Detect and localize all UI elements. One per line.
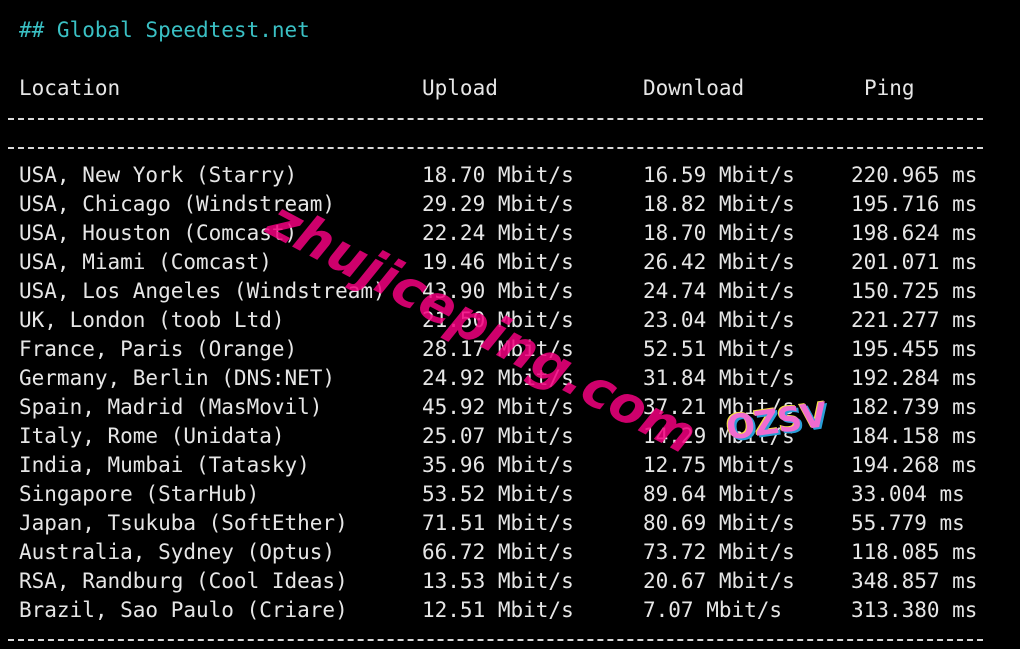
- cell-download: 73.72 Mbit/s: [643, 540, 795, 564]
- cell-location: Spain, Madrid (MasMovil): [19, 395, 323, 419]
- cell-download: 31.84 Mbit/s: [643, 366, 795, 390]
- cell-upload: 18.70 Mbit/s: [422, 163, 574, 187]
- cell-ping: 192.284 ms: [851, 366, 978, 390]
- terminal-window: ## Global Speedtest.net Location Upload …: [0, 0, 1020, 649]
- table-row: Brazil, Sao Paulo (Criare) 12.51 Mbit/s 7.…: [0, 598, 1020, 627]
- cell-upload: 43.90 Mbit/s: [422, 279, 574, 303]
- cell-ping: 118.085 ms: [851, 540, 978, 564]
- cell-ping: 184.158 ms: [851, 424, 978, 448]
- column-header-upload: Upload: [422, 76, 498, 100]
- cell-ping: 198.624 ms: [851, 221, 978, 245]
- table-row: USA, Chicago (Windstream) 29.29 Mbit/s 18.…: [0, 192, 1020, 221]
- cell-upload: 35.96 Mbit/s: [422, 453, 574, 477]
- table-row: USA, Los Angeles (Windstream) 43.90 Mbit/…: [0, 279, 1020, 308]
- cell-location: Japan, Tsukuba (SoftEther): [19, 511, 348, 535]
- separator-line: [8, 639, 983, 641]
- cell-location: RSA, Randburg (Cool Ideas): [19, 569, 348, 593]
- table-row: France, Paris (Orange) 28.17 Mbit/s 52.51 …: [0, 337, 1020, 366]
- cell-upload: 29.29 Mbit/s: [422, 192, 574, 216]
- table-row: RSA, Randburg (Cool Ideas) 13.53 Mbit/s 20…: [0, 569, 1020, 598]
- cell-upload: 25.07 Mbit/s: [422, 424, 574, 448]
- table-row: Germany, Berlin (DNS:NET) 24.92 Mbit/s 31.…: [0, 366, 1020, 395]
- table-row: USA, Houston (Comcast) 22.24 Mbit/s 18.70 …: [0, 221, 1020, 250]
- cell-location: Brazil, Sao Paulo (Criare): [19, 598, 348, 622]
- separator-line: [8, 147, 983, 149]
- cell-location: USA, Houston (Comcast): [19, 221, 298, 245]
- cell-download: 89.64 Mbit/s: [643, 482, 795, 506]
- cell-ping: 313.380 ms: [851, 598, 978, 622]
- table-row: Japan, Tsukuba (SoftEther) 71.51 Mbit/s 80…: [0, 511, 1020, 540]
- table-header: Location Upload Download Ping: [0, 76, 1020, 105]
- cell-location: India, Mumbai (Tatasky): [19, 453, 310, 477]
- cell-ping: 201.071 ms: [851, 250, 978, 274]
- table-row: USA, Miami (Comcast) 19.46 Mbit/s 26.42 Mb…: [0, 250, 1020, 279]
- cell-upload: 66.72 Mbit/s: [422, 540, 574, 564]
- cell-location: USA, Chicago (Windstream): [19, 192, 336, 216]
- cell-download: 24.74 Mbit/s: [643, 279, 795, 303]
- table-row: Italy, Rome (Unidata) 25.07 Mbit/s 14.29 M…: [0, 424, 1020, 453]
- cell-download: 20.67 Mbit/s: [643, 569, 795, 593]
- cell-ping: 182.739 ms: [851, 395, 978, 419]
- cell-location: Australia, Sydney (Optus): [19, 540, 336, 564]
- cell-ping: 220.965 ms: [851, 163, 978, 187]
- cell-ping: 195.716 ms: [851, 192, 978, 216]
- cell-location: Germany, Berlin (DNS:NET): [19, 366, 336, 390]
- cell-download: 14.29 Mbit/s: [643, 424, 795, 448]
- cell-ping: 221.277 ms: [851, 308, 978, 332]
- cell-download: 16.59 Mbit/s: [643, 163, 795, 187]
- cell-upload: 13.53 Mbit/s: [422, 569, 574, 593]
- cell-download: 37.21 Mbit/s: [643, 395, 795, 419]
- cell-upload: 22.24 Mbit/s: [422, 221, 574, 245]
- cell-location: UK, London (toob Ltd): [19, 308, 285, 332]
- cell-upload: 21.50 Mbit/s: [422, 308, 574, 332]
- cell-location: USA, New York (Starry): [19, 163, 298, 187]
- cell-download: 52.51 Mbit/s: [643, 337, 795, 361]
- cell-ping: 150.725 ms: [851, 279, 978, 303]
- cell-ping: 195.455 ms: [851, 337, 978, 361]
- column-header-ping: Ping: [864, 76, 915, 100]
- cell-download: 23.04 Mbit/s: [643, 308, 795, 332]
- cell-location: USA, Los Angeles (Windstream): [19, 279, 386, 303]
- cell-upload: 28.17 Mbit/s: [422, 337, 574, 361]
- cell-upload: 53.52 Mbit/s: [422, 482, 574, 506]
- cell-ping: 194.268 ms: [851, 453, 978, 477]
- cell-download: 18.82 Mbit/s: [643, 192, 795, 216]
- table-row: India, Mumbai (Tatasky) 35.96 Mbit/s 12.75…: [0, 453, 1020, 482]
- column-header-location: Location: [19, 76, 121, 100]
- table-row: Spain, Madrid (MasMovil) 45.92 Mbit/s 37.2…: [0, 395, 1020, 424]
- table-row: UK, London (toob Ltd) 21.50 Mbit/s 23.04 M…: [0, 308, 1020, 337]
- cell-location: USA, Miami (Comcast): [19, 250, 272, 274]
- cell-ping: 33.004 ms: [851, 482, 965, 506]
- column-header-download: Download: [643, 76, 745, 100]
- cell-download: 12.75 Mbit/s: [643, 453, 795, 477]
- cell-upload: 45.92 Mbit/s: [422, 395, 574, 419]
- table-row: Australia, Sydney (Optus) 66.72 Mbit/s 73.…: [0, 540, 1020, 569]
- table-row: Singapore (StarHub) 53.52 Mbit/s 89.64 Mbi…: [0, 482, 1020, 511]
- cell-upload: 19.46 Mbit/s: [422, 250, 574, 274]
- cell-ping: 55.779 ms: [851, 511, 965, 535]
- cell-download: 80.69 Mbit/s: [643, 511, 795, 535]
- cell-upload: 71.51 Mbit/s: [422, 511, 574, 535]
- cell-location: Italy, Rome (Unidata): [19, 424, 285, 448]
- table-row: USA, New York (Starry) 18.70 Mbit/s 16.59 …: [0, 163, 1020, 192]
- cell-upload: 12.51 Mbit/s: [422, 598, 574, 622]
- cell-ping: 348.857 ms: [851, 569, 978, 593]
- section-heading: ## Global Speedtest.net: [19, 18, 310, 42]
- cell-download: 7.07 Mbit/s: [643, 598, 783, 622]
- cell-download: 18.70 Mbit/s: [643, 221, 795, 245]
- cell-upload: 24.92 Mbit/s: [422, 366, 574, 390]
- separator-line: [8, 118, 983, 120]
- cell-download: 26.42 Mbit/s: [643, 250, 795, 274]
- cell-location: Singapore (StarHub): [19, 482, 260, 506]
- cell-location: France, Paris (Orange): [19, 337, 298, 361]
